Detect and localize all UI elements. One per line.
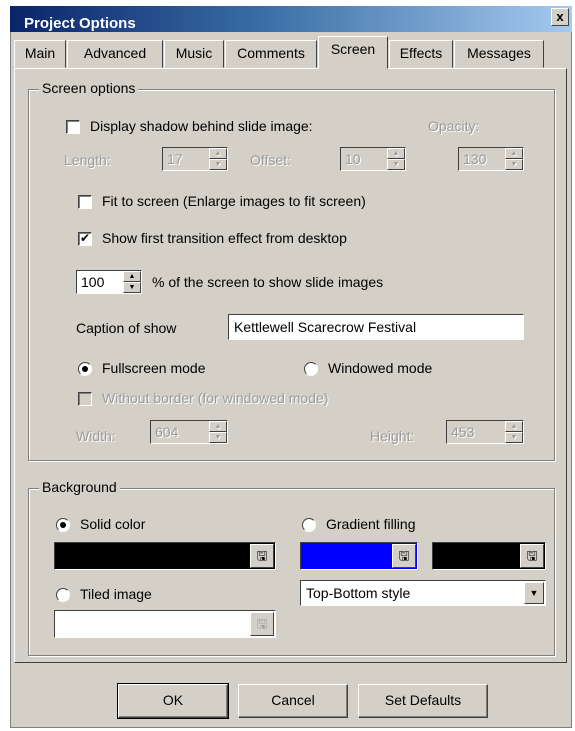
fullscreen-mode-radio[interactable]	[78, 362, 92, 376]
without-border-checkbox[interactable]	[78, 392, 92, 406]
solid-color-label: Solid color	[80, 516, 146, 532]
caption-input[interactable]: Kettlewell Scarecrow Festival	[228, 314, 524, 340]
spin-arrows-icon[interactable]: ▲ ▼	[123, 271, 141, 293]
percent-label: % of the screen to show slide images	[152, 274, 384, 290]
tab-main[interactable]: Main	[14, 40, 66, 68]
folder-picker-icon[interactable]: 🖫	[250, 612, 274, 636]
windowed-mode-label: Windowed mode	[328, 360, 433, 376]
length-label: Length:	[64, 152, 111, 168]
windowed-mode-radio[interactable]	[304, 362, 318, 376]
screen-options-label: Screen options	[39, 80, 139, 96]
without-border-label: Without border (for windowed mode)	[102, 390, 329, 406]
percent-value: 100	[81, 274, 105, 290]
folder-picker-icon[interactable]: 🖫	[392, 544, 416, 568]
tiled-image-radio[interactable]	[56, 588, 70, 602]
background-label: Background	[39, 479, 120, 495]
ok-button[interactable]: OK	[117, 683, 229, 719]
caption-label: Caption of show	[76, 320, 177, 336]
solid-color-swatch[interactable]: 🖫	[54, 542, 276, 570]
solid-color-radio[interactable]	[56, 518, 70, 532]
offset-spinner[interactable]: 10 ▲ ▼	[340, 147, 406, 171]
gradient-color2-swatch[interactable]: 🖫	[432, 542, 546, 570]
spin-arrows-icon[interactable]: ▲ ▼	[209, 148, 227, 170]
gradient-filling-radio[interactable]	[302, 518, 316, 532]
opacity-spinner[interactable]: 130 ▲ ▼	[458, 147, 524, 171]
fullscreen-mode-label: Fullscreen mode	[102, 360, 206, 376]
percent-spinner[interactable]: 100 ▲ ▼	[76, 270, 142, 294]
set-defaults-button[interactable]: Set Defaults	[358, 684, 488, 718]
gradient-color1-swatch[interactable]: 🖫	[300, 542, 418, 570]
height-value: 453	[451, 424, 475, 440]
width-value: 604	[155, 424, 179, 440]
display-shadow-label: Display shadow behind slide image:	[90, 118, 313, 134]
tiled-image-label: Tiled image	[80, 586, 152, 602]
chevron-down-icon[interactable]: ▼	[524, 582, 544, 604]
spin-arrows-icon[interactable]: ▲ ▼	[209, 421, 227, 443]
display-shadow-checkbox[interactable]	[66, 120, 80, 134]
spin-arrows-icon[interactable]: ▲ ▼	[387, 148, 405, 170]
gradient-style-select[interactable]: Top-Bottom style ▼	[300, 580, 546, 606]
length-value: 17	[167, 151, 183, 167]
tab-effects[interactable]: Effects	[389, 40, 453, 68]
fit-to-screen-label: Fit to screen (Enlarge images to fit scr…	[102, 193, 366, 209]
height-spinner[interactable]: 453 ▲ ▼	[446, 420, 524, 444]
width-spinner[interactable]: 604 ▲ ▼	[150, 420, 228, 444]
gradient-style-value: Top-Bottom style	[306, 585, 411, 601]
tab-music[interactable]: Music	[164, 40, 224, 68]
opacity-label: Opacity:	[428, 118, 480, 134]
close-button[interactable]: x	[551, 8, 569, 26]
spin-arrows-icon[interactable]: ▲ ▼	[505, 421, 523, 443]
tab-messages[interactable]: Messages	[454, 40, 544, 68]
opacity-value: 130	[463, 151, 487, 167]
tab-screen[interactable]: Screen	[318, 36, 388, 69]
spin-arrows-icon[interactable]: ▲ ▼	[505, 148, 523, 170]
width-label: Width:	[76, 428, 116, 444]
title-bar: Project Options	[10, 6, 572, 32]
gradient-filling-label: Gradient filling	[326, 516, 416, 532]
tiled-image-input[interactable]: 🖫	[54, 610, 276, 638]
cancel-button[interactable]: Cancel	[238, 684, 348, 718]
window-title: Project Options	[24, 15, 136, 32]
length-spinner[interactable]: 17 ▲ ▼	[162, 147, 228, 171]
caption-value: Kettlewell Scarecrow Festival	[234, 319, 417, 335]
height-label: Height:	[370, 428, 415, 444]
offset-label: Offset:	[250, 152, 291, 168]
tab-comments[interactable]: Comments	[225, 40, 317, 68]
show-first-transition-checkbox[interactable]: ✔	[78, 232, 92, 246]
offset-value: 10	[345, 151, 361, 167]
folder-picker-icon[interactable]: 🖫	[250, 544, 274, 568]
folder-picker-icon[interactable]: 🖫	[520, 544, 544, 568]
tab-advanced[interactable]: Advanced	[67, 40, 163, 68]
show-first-transition-label: Show first transition effect from deskto…	[102, 230, 347, 246]
fit-to-screen-checkbox[interactable]	[78, 195, 92, 209]
